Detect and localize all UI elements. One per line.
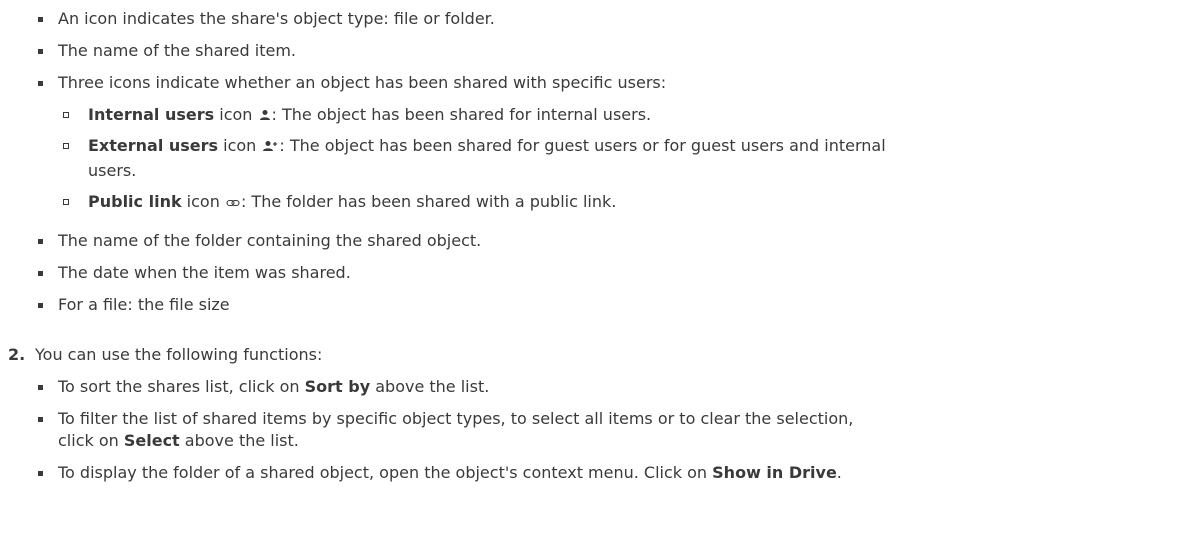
text: . — [836, 463, 842, 482]
text: click on — [58, 431, 124, 450]
label-public-link: Public link — [88, 192, 182, 211]
bullet — [38, 471, 43, 476]
list-item-internal-users: Internal users icon : The object has bee… — [88, 104, 651, 127]
sub-bullet — [63, 143, 69, 149]
sub-bullet — [63, 112, 69, 118]
bullet — [38, 303, 43, 308]
document-page: An icon indicates the share's object typ… — [0, 0, 1201, 535]
list-item: The date when the item was shared. — [58, 263, 351, 282]
show-in-drive-label: Show in Drive — [712, 463, 837, 482]
list-item: The name of the shared item. — [58, 41, 296, 60]
text: : The object has been shared for guest u… — [279, 136, 886, 155]
bullet — [38, 81, 43, 86]
text: icon — [181, 192, 225, 211]
sort-by-label: Sort by — [304, 377, 371, 396]
step-text: You can use the following functions: — [35, 345, 323, 364]
link-icon — [226, 192, 240, 214]
label-internal-users: Internal users — [88, 105, 215, 124]
function-filter-continuation: click on Select above the list. — [58, 430, 299, 452]
text: above the list. — [179, 431, 299, 450]
text: : The object has been shared for interna… — [271, 105, 652, 124]
list-item-external-users: External users icon : The object has bee… — [88, 135, 886, 158]
sub-bullet — [63, 199, 69, 205]
text: : The folder has been shared with a publ… — [240, 192, 617, 211]
bullet — [38, 417, 43, 422]
list-item-continuation: users. — [88, 161, 137, 180]
step-number: 2. — [8, 345, 26, 364]
text: To display the folder of a shared object… — [58, 463, 713, 482]
list-item: The name of the folder containing the sh… — [58, 231, 482, 250]
bullet — [38, 271, 43, 276]
list-item: For a file: the file size — [58, 295, 230, 314]
text: icon — [218, 136, 262, 155]
function-filter: To filter the list of shared items by sp… — [58, 409, 854, 428]
function-sort: To sort the shares list, click on Sort b… — [58, 376, 489, 398]
bullet — [38, 49, 43, 54]
list-item: An icon indicates the share's object typ… — [58, 9, 495, 28]
function-show-in-drive: To display the folder of a shared object… — [58, 462, 842, 484]
bullet — [38, 239, 43, 244]
list-item: Three icons indicate whether an object h… — [58, 73, 667, 92]
text: To sort the shares list, click on — [58, 377, 305, 396]
text: above the list. — [370, 377, 490, 396]
user-plus-icon — [262, 136, 278, 158]
bullet — [38, 385, 43, 390]
list-item-public-link: Public link icon : The folder has been s… — [88, 191, 616, 214]
text: icon — [214, 105, 258, 124]
user-icon — [259, 105, 271, 127]
bullet — [38, 17, 43, 22]
select-label: Select — [123, 431, 180, 450]
label-external-users: External users — [88, 136, 219, 155]
